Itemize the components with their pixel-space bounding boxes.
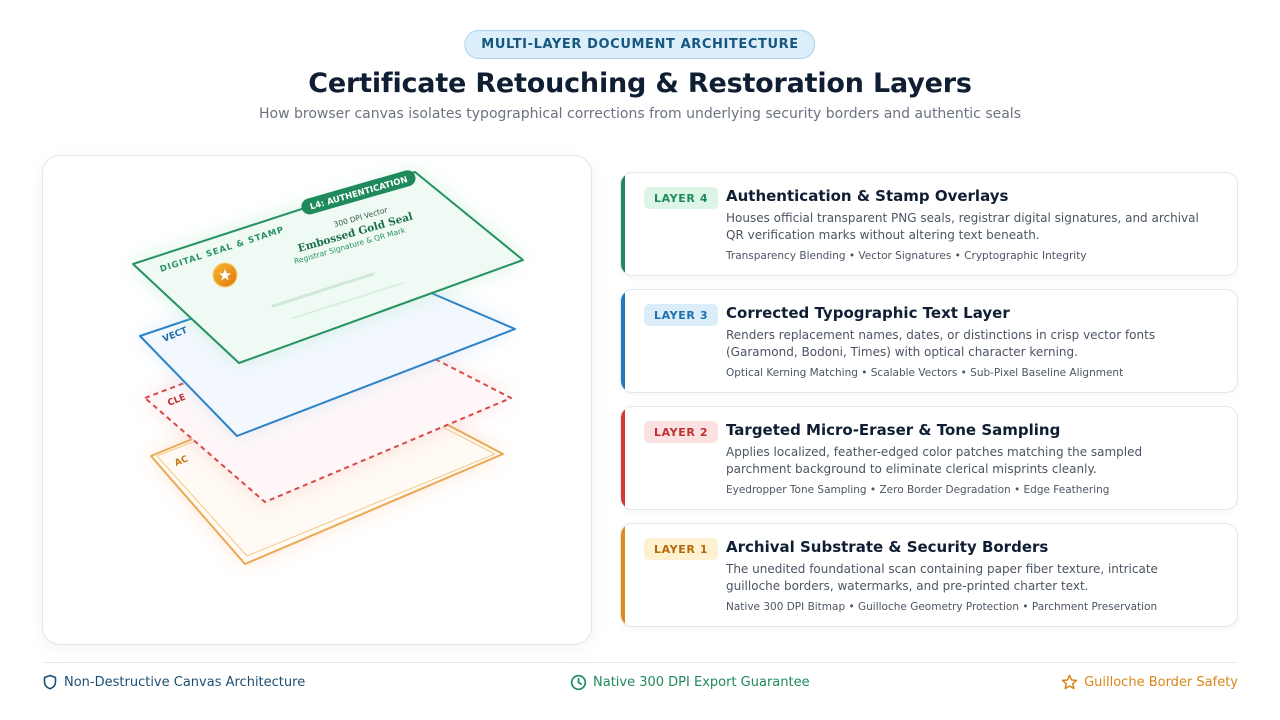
layer-tags: Native 300 DPI Bitmap • Guilloche Geomet… bbox=[726, 601, 1158, 613]
layer-title: Targeted Micro-Eraser & Tone Sampling bbox=[726, 421, 1061, 439]
layer-card-accent bbox=[621, 173, 625, 275]
layer-card-3: LAYER 3 Corrected Typographic Text Layer… bbox=[620, 289, 1238, 393]
footer-item-export-guarantee: Native 300 DPI Export Guarantee bbox=[570, 672, 810, 692]
star-icon bbox=[212, 262, 238, 288]
layer-card-4: LAYER 4 Authentication & Stamp Overlays … bbox=[620, 172, 1238, 276]
layer-badge: LAYER 2 bbox=[644, 421, 719, 443]
layer-title: Authentication & Stamp Overlays bbox=[726, 187, 1009, 205]
layer-badge: LAYER 4 bbox=[644, 187, 719, 209]
layer-stack-svg: AC CLE VECT L4: AUTHENTICATION 300 DPI V… bbox=[132, 170, 524, 565]
layer-card-1: LAYER 1 Archival Substrate & Security Bo… bbox=[620, 523, 1238, 627]
layer-stack-illustration: AC CLE VECT L4: AUTHENTICATION 300 DPI V… bbox=[42, 155, 592, 645]
star-icon bbox=[1061, 674, 1078, 689]
page-subtitle: How browser canvas isolates typographica… bbox=[259, 106, 1021, 122]
layer-description: Applies localized, feather-edged color p… bbox=[726, 445, 1143, 476]
footer-label: Guilloche Border Safety bbox=[1084, 674, 1238, 690]
layer-description: The unedited foundational scan containin… bbox=[726, 562, 1158, 593]
layer-tags: Eyedropper Tone Sampling • Zero Border D… bbox=[726, 484, 1110, 496]
layer-card-accent bbox=[621, 524, 625, 626]
layer-badge: LAYER 1 bbox=[644, 538, 719, 560]
footer-label: Native 300 DPI Export Guarantee bbox=[593, 674, 810, 690]
layer-description: Houses official transparent PNG seals, r… bbox=[726, 211, 1199, 242]
layer-tags: Optical Kerning Matching • Scalable Vect… bbox=[726, 367, 1124, 379]
layer-card-accent bbox=[621, 290, 625, 392]
layer-title: Corrected Typographic Text Layer bbox=[726, 304, 1010, 322]
footer-label: Non-Destructive Canvas Architecture bbox=[64, 674, 306, 690]
layer-tags: Transparency Blending • Vector Signature… bbox=[726, 250, 1087, 262]
layer-card-2: LAYER 2 Targeted Micro-Eraser & Tone Sam… bbox=[620, 406, 1238, 510]
layer-title: Archival Substrate & Security Borders bbox=[726, 538, 1049, 556]
layer-card-accent bbox=[621, 407, 625, 509]
layer-description: Renders replacement names, dates, or dis… bbox=[726, 328, 1156, 359]
footer-item-border-safety: Guilloche Border Safety bbox=[1061, 672, 1238, 692]
footer-divider bbox=[42, 662, 1238, 663]
clock-icon bbox=[570, 674, 587, 690]
shield-icon bbox=[43, 674, 57, 690]
layer-badge: LAYER 3 bbox=[644, 304, 719, 326]
page-title: Certificate Retouching & Restoration Lay… bbox=[308, 68, 972, 99]
footer-item-canvas-architecture: Non-Destructive Canvas Architecture bbox=[42, 672, 305, 692]
section-eyebrow-badge: MULTI-LAYER DOCUMENT ARCHITECTURE bbox=[464, 30, 816, 59]
